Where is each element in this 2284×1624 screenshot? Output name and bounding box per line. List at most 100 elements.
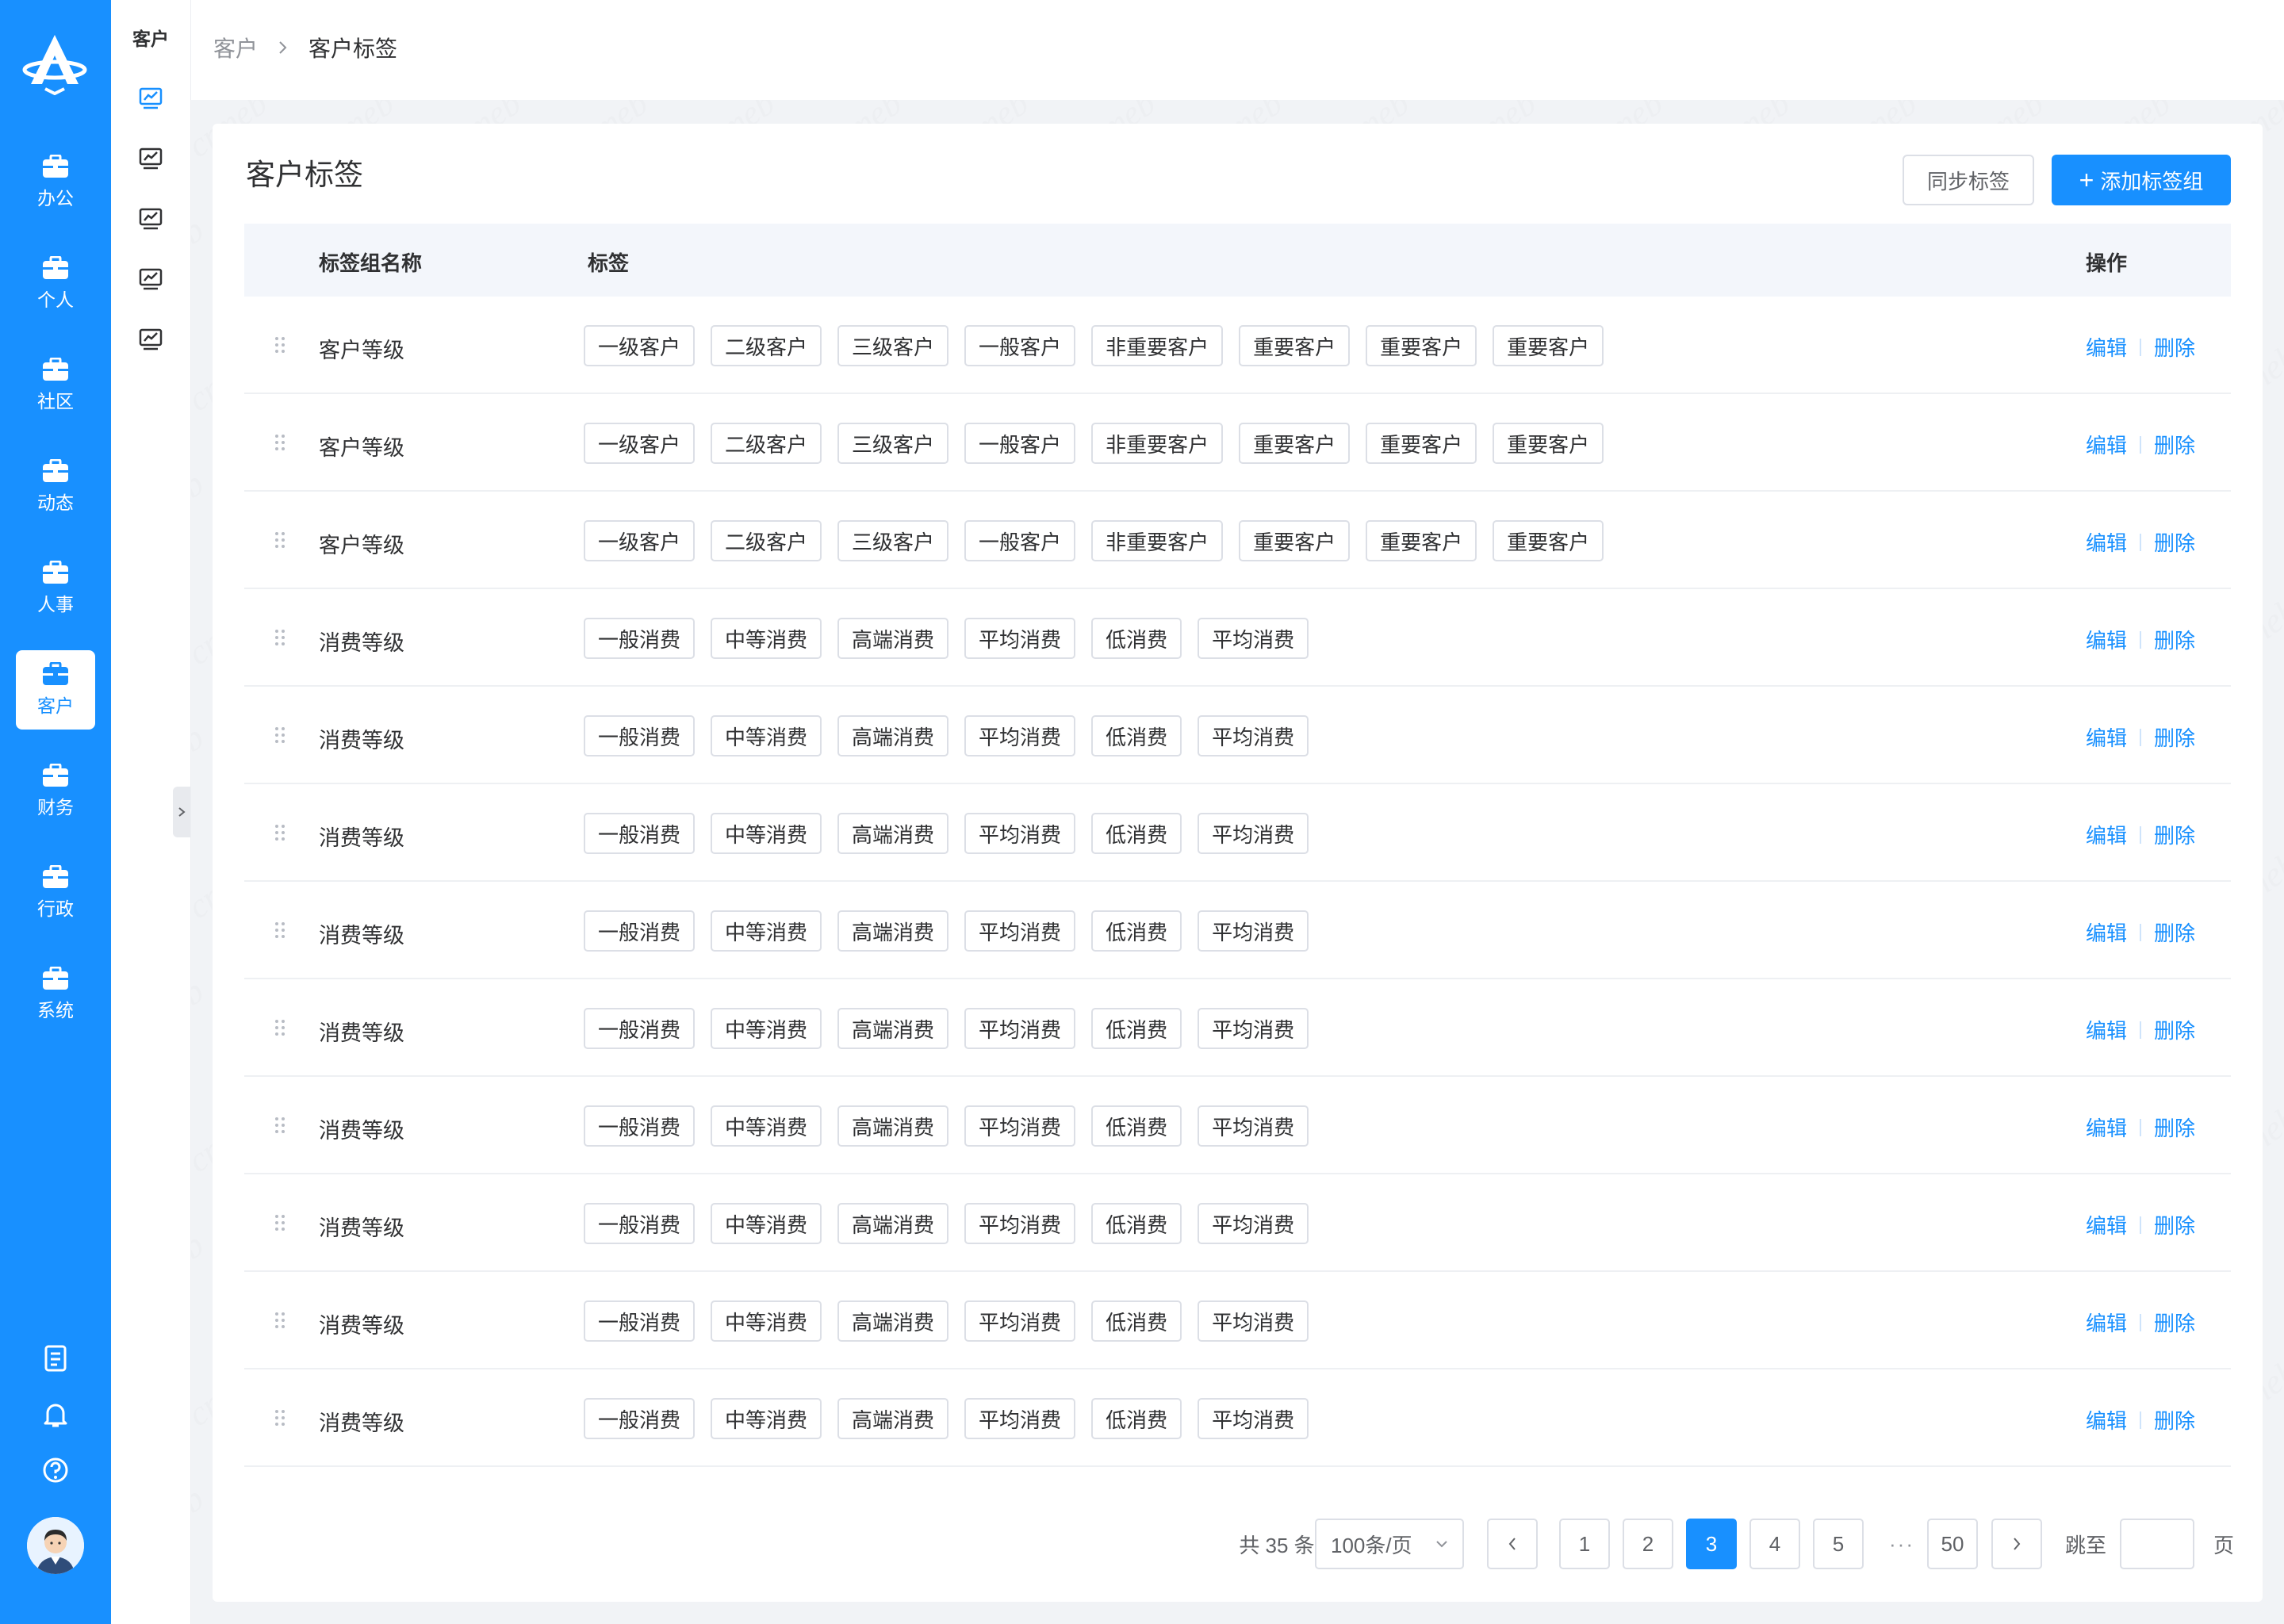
tag-chip[interactable]: 高端消费	[837, 1008, 949, 1049]
tag-chip[interactable]: 平均消费	[1198, 1203, 1309, 1244]
delete-link[interactable]: 删除	[2154, 527, 2195, 557]
tag-chip[interactable]: 重要客户	[1493, 520, 1604, 561]
tag-chip[interactable]: 重要客户	[1239, 423, 1351, 464]
drag-handle-icon[interactable]	[274, 921, 286, 939]
edit-link[interactable]: 编辑	[2086, 1015, 2127, 1044]
nav-item-3[interactable]: 动态	[16, 447, 95, 527]
tag-chip[interactable]: 中等消费	[711, 1300, 822, 1342]
prev-page-button[interactable]	[1487, 1519, 1538, 1569]
tag-chip[interactable]: 低消费	[1091, 715, 1182, 756]
edit-link[interactable]: 编辑	[2086, 1113, 2127, 1142]
tag-chip[interactable]: 高端消费	[837, 1105, 949, 1147]
tag-chip[interactable]: 中等消费	[711, 1398, 822, 1439]
tag-chip[interactable]: 平均消费	[1198, 715, 1309, 756]
tag-chip[interactable]: 高端消费	[837, 1203, 949, 1244]
tag-chip[interactable]: 二级客户	[711, 520, 822, 561]
tag-chip[interactable]: 低消费	[1091, 1203, 1182, 1244]
tag-chip[interactable]: 非重要客户	[1091, 325, 1224, 366]
next-page-button[interactable]	[1991, 1519, 2042, 1569]
edit-link[interactable]: 编辑	[2086, 1405, 2127, 1434]
tag-chip[interactable]: 平均消费	[1198, 618, 1309, 659]
drag-handle-icon[interactable]	[274, 531, 286, 549]
tag-chip[interactable]: 一般消费	[584, 715, 696, 756]
edit-link[interactable]: 编辑	[2086, 332, 2127, 362]
chart-icon[interactable]	[136, 144, 165, 173]
tag-chip[interactable]: 一般消费	[584, 1398, 696, 1439]
tag-chip[interactable]: 二级客户	[711, 325, 822, 366]
tag-chip[interactable]: 平均消费	[1198, 813, 1309, 854]
tag-chip[interactable]: 低消费	[1091, 1398, 1182, 1439]
edit-link[interactable]: 编辑	[2086, 1210, 2127, 1239]
tag-chip[interactable]: 中等消费	[711, 715, 822, 756]
page-button[interactable]: 4	[1749, 1519, 1800, 1569]
sync-tags-button[interactable]: 同步标签	[1903, 155, 2034, 205]
chart-icon[interactable]	[136, 84, 165, 113]
tag-chip[interactable]: 非重要客户	[1091, 423, 1224, 464]
edit-link[interactable]: 编辑	[2086, 820, 2127, 849]
drag-handle-icon[interactable]	[274, 1312, 286, 1329]
drag-handle-icon[interactable]	[274, 434, 286, 451]
tag-chip[interactable]: 重要客户	[1366, 325, 1477, 366]
tag-chip[interactable]: 中等消费	[711, 1105, 822, 1147]
drag-handle-icon[interactable]	[274, 629, 286, 646]
tag-chip[interactable]: 平均消费	[964, 1008, 1076, 1049]
tag-chip[interactable]: 二级客户	[711, 423, 822, 464]
chart-icon[interactable]	[136, 265, 165, 293]
tag-chip[interactable]: 中等消费	[711, 813, 822, 854]
page-button[interactable]: 2	[1623, 1519, 1673, 1569]
tag-chip[interactable]: 低消费	[1091, 1008, 1182, 1049]
delete-link[interactable]: 删除	[2154, 1113, 2195, 1142]
tag-chip[interactable]: 重要客户	[1239, 520, 1351, 561]
tag-chip[interactable]: 低消费	[1091, 1105, 1182, 1147]
delete-link[interactable]: 删除	[2154, 917, 2195, 947]
tag-chip[interactable]: 一般消费	[584, 1105, 696, 1147]
tag-chip[interactable]: 三级客户	[837, 423, 949, 464]
delete-link[interactable]: 删除	[2154, 820, 2195, 849]
drag-handle-icon[interactable]	[274, 1116, 286, 1134]
delete-link[interactable]: 删除	[2154, 1015, 2195, 1044]
tag-chip[interactable]: 低消费	[1091, 618, 1182, 659]
pagination-ellipsis[interactable]: ···	[1876, 1519, 1927, 1569]
tag-chip[interactable]: 平均消费	[964, 1398, 1076, 1439]
tag-chip[interactable]: 平均消费	[964, 1203, 1076, 1244]
edit-link[interactable]: 编辑	[2086, 722, 2127, 752]
edit-link[interactable]: 编辑	[2086, 1308, 2127, 1337]
help-icon[interactable]	[40, 1454, 71, 1486]
nav-item-1[interactable]: 个人	[16, 244, 95, 324]
delete-link[interactable]: 删除	[2154, 722, 2195, 752]
tag-chip[interactable]: 平均消费	[964, 813, 1076, 854]
tag-chip[interactable]: 三级客户	[837, 520, 949, 561]
tag-chip[interactable]: 中等消费	[711, 1203, 822, 1244]
nav-item-5[interactable]: 客户	[16, 650, 95, 730]
tag-chip[interactable]: 一级客户	[584, 520, 696, 561]
tag-chip[interactable]: 平均消费	[1198, 1398, 1309, 1439]
tag-chip[interactable]: 一般客户	[964, 520, 1076, 561]
page-button[interactable]: 1	[1559, 1519, 1610, 1569]
tag-chip[interactable]: 高端消费	[837, 715, 949, 756]
tag-chip[interactable]: 高端消费	[837, 1398, 949, 1439]
tag-chip[interactable]: 重要客户	[1366, 520, 1477, 561]
chart-icon[interactable]	[136, 325, 165, 354]
tag-chip[interactable]: 低消费	[1091, 1300, 1182, 1342]
drag-handle-icon[interactable]	[274, 1409, 286, 1427]
jump-page-input[interactable]	[2120, 1519, 2194, 1569]
nav-item-0[interactable]: 办公	[16, 143, 95, 222]
tag-chip[interactable]: 高端消费	[837, 1300, 949, 1342]
tag-chip[interactable]: 高端消费	[837, 910, 949, 952]
delete-link[interactable]: 删除	[2154, 625, 2195, 654]
page-button[interactable]: 3	[1686, 1519, 1737, 1569]
tag-chip[interactable]: 一般消费	[584, 1300, 696, 1342]
notebook-icon[interactable]	[40, 1342, 71, 1374]
tag-chip[interactable]: 三级客户	[837, 325, 949, 366]
bell-icon[interactable]	[40, 1399, 71, 1431]
tag-chip[interactable]: 重要客户	[1493, 325, 1604, 366]
edit-link[interactable]: 编辑	[2086, 527, 2127, 557]
edit-link[interactable]: 编辑	[2086, 430, 2127, 459]
tag-chip[interactable]: 平均消费	[964, 715, 1076, 756]
nav-item-2[interactable]: 社区	[16, 346, 95, 425]
add-tag-group-button[interactable]: + 添加标签组	[2052, 155, 2231, 205]
tag-chip[interactable]: 低消费	[1091, 813, 1182, 854]
tag-chip[interactable]: 平均消费	[964, 910, 1076, 952]
avatar[interactable]	[27, 1517, 84, 1574]
edit-link[interactable]: 编辑	[2086, 625, 2127, 654]
